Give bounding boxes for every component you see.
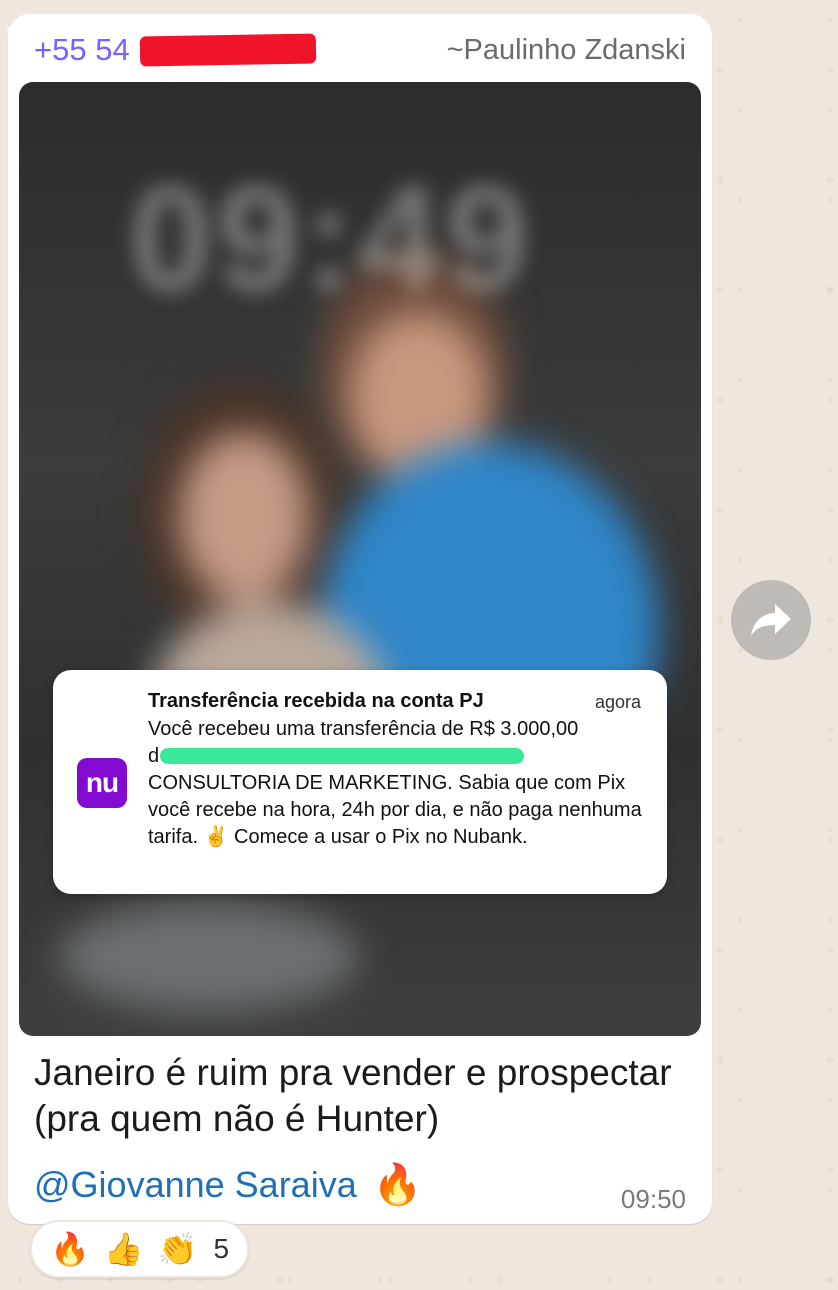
notification-title: Transferência recebida na conta PJ	[148, 690, 484, 712]
nubank-app-icon: nu	[77, 758, 127, 808]
notification-line2: d	[148, 743, 646, 770]
sender-name: ~Paulinho Zdanski	[446, 33, 686, 66]
forward-arrow-icon	[751, 604, 791, 636]
notification-line1: Você recebeu uma transferência de R$ 3.0…	[148, 718, 579, 740]
reaction-count: 5	[213, 1233, 230, 1264]
notification-time: agora	[594, 692, 641, 712]
reaction-thumbs-up-emoji: 👍	[103, 1231, 144, 1267]
reaction-fire-emoji: 🔥	[50, 1231, 90, 1267]
sender-phone-text: +55 54	[34, 32, 130, 67]
notification-body: Você recebeu uma transferência de R$ 3.0…	[148, 716, 646, 851]
redaction-mark-green	[160, 748, 524, 764]
reaction-clap-emoji: 👏	[157, 1231, 198, 1267]
message-time: 09:50	[620, 1184, 686, 1214]
forward-button[interactable]	[731, 580, 811, 660]
fire-emoji: 🔥	[372, 1163, 423, 1207]
nubank-notification: nu Transferência recebida na conta PJ ag…	[53, 670, 667, 894]
redaction-mark	[139, 33, 316, 67]
message-image[interactable]: 09:49 nu Transferência recebida na conta…	[19, 82, 701, 1036]
sender-phone[interactable]: +55 54	[34, 32, 316, 68]
mention-row: @Giovanne Saraiva 🔥	[34, 1162, 423, 1208]
clock-overlay-text: 09:49	[129, 154, 533, 322]
message-caption: Janeiro é ruim pra vender e prospectar (…	[34, 1052, 672, 1139]
mention-link[interactable]: @Giovanne Saraiva	[34, 1162, 357, 1208]
notification-body-rest: CONSULTORIA DE MARKETING. Sabia que com …	[148, 772, 642, 848]
reactions-bar[interactable]: 🔥 👍 👏 5	[30, 1220, 250, 1278]
notification-line2-prefix: d	[148, 745, 160, 767]
message-bubble[interactable]: +55 54 ~Paulinho Zdanski 09:49 nu Transf…	[6, 14, 712, 1224]
bubble-tail	[6, 28, 28, 50]
sender-header: +55 54 ~Paulinho Zdanski	[34, 30, 686, 70]
